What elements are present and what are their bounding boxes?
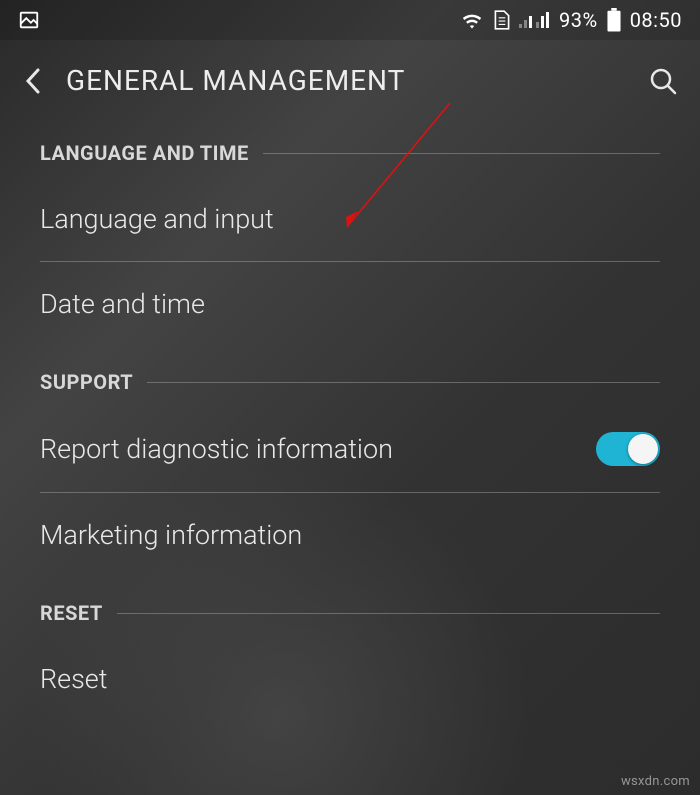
item-language-and-input[interactable]: Language and input: [0, 177, 700, 261]
status-bar: 93% 08:50: [0, 0, 700, 40]
item-label: Language and input: [40, 203, 274, 235]
section-label: SUPPORT: [40, 370, 133, 394]
search-button[interactable]: [648, 66, 678, 96]
item-report-diagnostic[interactable]: Report diagnostic information: [0, 406, 700, 492]
wifi-icon: [459, 9, 485, 31]
section-label: LANGUAGE AND TIME: [40, 141, 249, 165]
item-label: Marketing information: [40, 519, 302, 551]
watermark: wsxdn.com: [621, 774, 690, 789]
section-header-language-time: LANGUAGE AND TIME: [0, 117, 700, 177]
section-label: RESET: [40, 601, 103, 625]
status-left: [18, 9, 40, 31]
section-divider-line: [263, 153, 660, 154]
item-label: Reset: [40, 663, 107, 695]
status-right: 93% 08:50: [459, 8, 682, 32]
item-reset[interactable]: Reset: [0, 637, 700, 721]
sim-icon: [493, 9, 511, 31]
toggle-knob: [628, 434, 658, 464]
clock: 08:50: [630, 8, 682, 32]
section-header-support: SUPPORT: [0, 346, 700, 406]
section-header-reset: RESET: [0, 577, 700, 637]
section-divider-line: [117, 613, 660, 614]
item-marketing-information[interactable]: Marketing information: [0, 493, 700, 577]
image-icon: [18, 9, 40, 31]
battery-icon: [606, 8, 622, 32]
toggle-report-diagnostic[interactable]: [596, 432, 660, 466]
back-button[interactable]: [22, 66, 46, 96]
header-bar: GENERAL MANAGEMENT: [0, 40, 700, 117]
page-title: GENERAL MANAGEMENT: [66, 64, 648, 97]
item-date-and-time[interactable]: Date and time: [0, 262, 700, 346]
section-divider-line: [147, 382, 660, 383]
item-label: Date and time: [40, 288, 205, 320]
signal-icon: [519, 9, 551, 31]
item-label: Report diagnostic information: [40, 433, 393, 465]
battery-percent: 93%: [559, 8, 598, 32]
